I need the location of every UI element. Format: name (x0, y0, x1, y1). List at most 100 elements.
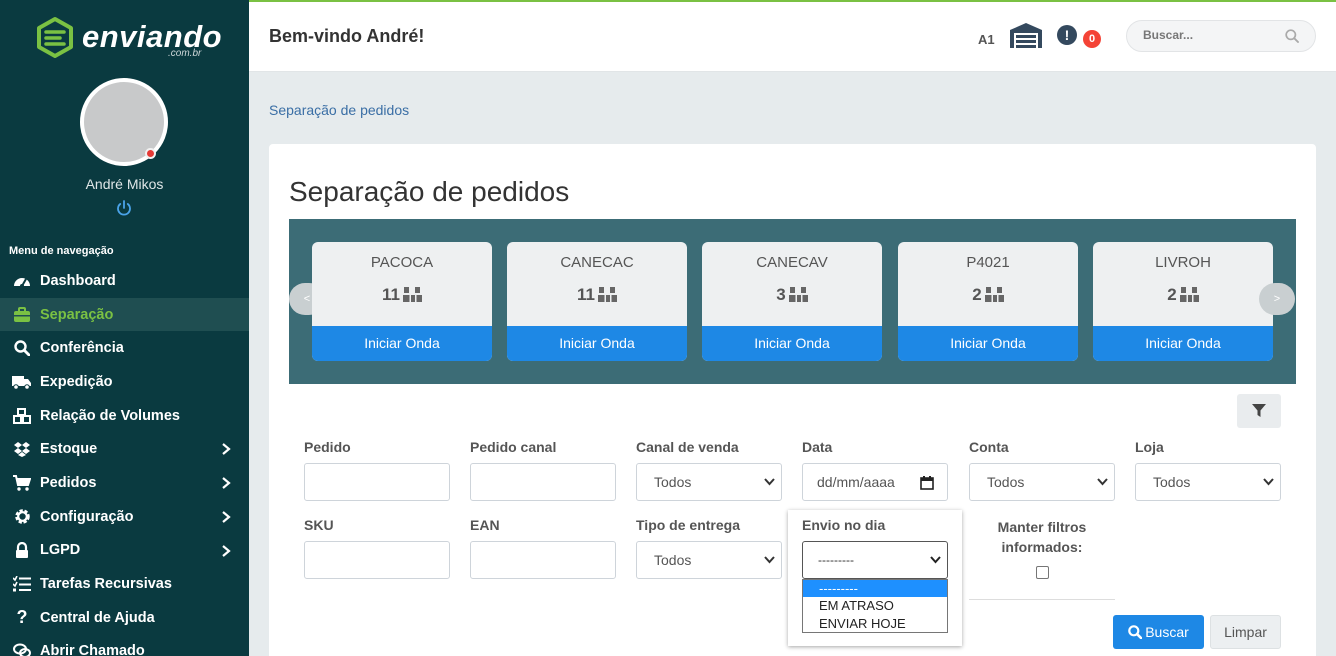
nav-item-central-ajuda[interactable]: ? Central de Ajuda (0, 601, 249, 635)
tipo-entrega-select[interactable]: Todos (636, 541, 782, 579)
boxes-icon (597, 287, 617, 302)
carousel-next-button[interactable]: > (1259, 283, 1295, 315)
envio-dia-label: Envio no dia (802, 517, 886, 533)
pedido-label: Pedido (304, 439, 351, 455)
top-header: Bem-vindo André! A1 ! 0 (249, 2, 1336, 72)
nav-item-pedidos[interactable]: Pedidos (0, 466, 249, 500)
loja-label: Loja (1135, 439, 1164, 455)
dropdown-option[interactable]: EM ATRASO (803, 597, 947, 614)
nav-label: Conferência (40, 340, 124, 357)
wave-count-value: 11 (577, 285, 595, 304)
power-icon[interactable] (115, 199, 133, 217)
select-value: Todos (1153, 474, 1191, 490)
start-wave-button[interactable]: Iniciar Onda (312, 326, 492, 361)
nav-label: Configuração (40, 508, 134, 525)
nav-item-separacao[interactable]: Separação (0, 297, 249, 332)
clear-button[interactable]: Limpar (1210, 615, 1281, 649)
pedido-canal-input[interactable] (470, 463, 616, 501)
nav-item-tarefas[interactable]: Tarefas Recursivas (0, 567, 249, 601)
list-icon (12, 575, 32, 593)
warehouse-icon[interactable] (1009, 22, 1043, 48)
chevron-down-icon (1263, 478, 1274, 486)
boxes-icon (984, 287, 1004, 302)
wave-sku: PACOCA (370, 254, 434, 271)
wave-sku: LIVROH (1155, 254, 1211, 271)
nav-label: Tarefas Recursivas (40, 576, 172, 593)
wave-sku: P4021 (966, 254, 1010, 271)
cart-icon (12, 474, 32, 492)
canal-venda-select[interactable]: Todos (636, 463, 782, 501)
nav-item-conferencia[interactable]: Conferência (0, 331, 249, 365)
nav-item-dashboard[interactable]: Dashboard (0, 264, 249, 298)
briefcase-icon (12, 306, 32, 324)
envio-dia-panel: Envio no dia --------- --------- EM ATRA… (788, 510, 962, 646)
nav-header: Menu de navegação (9, 245, 114, 257)
user-name: André Mikos (85, 176, 164, 192)
nav-item-abrir-chamado[interactable]: Abrir Chamado (0, 635, 249, 656)
calendar-icon[interactable] (920, 476, 934, 490)
nav-item-expedicao[interactable]: Expedição (0, 365, 249, 399)
nav-item-relacao-volumes[interactable]: Relação de Volumes (0, 399, 249, 433)
search-button-label: Buscar (1145, 624, 1189, 640)
nav-label: Pedidos (40, 474, 97, 491)
chevron-down-icon (764, 478, 775, 486)
chevron-down-icon (930, 556, 941, 564)
nav-item-lgpd[interactable]: LGPD (0, 534, 249, 568)
alert-icon[interactable]: ! (1057, 25, 1077, 45)
chevron-right-icon (222, 443, 231, 456)
main-card: Separação de pedidos < PACOCA 11 Iniciar… (269, 144, 1316, 656)
date-placeholder: dd/mm/aaaa (817, 474, 895, 490)
breadcrumb[interactable]: Separação de pedidos (269, 102, 409, 118)
chevron-down-icon (764, 556, 775, 564)
wave-carousel: < PACOCA 11 Iniciar Onda CANECAC 11 Inic… (289, 219, 1296, 384)
wave-card: CANECAV 3 Iniciar Onda (702, 242, 882, 361)
manter-filtros-checkbox[interactable] (1036, 566, 1049, 579)
filter-toggle-button[interactable] (1237, 394, 1281, 428)
nav-menu: Dashboard Separação Conferência Expediçã… (0, 264, 249, 656)
brand-tld: .com.br (168, 48, 202, 59)
search-input[interactable] (1143, 28, 1283, 42)
data-input[interactable]: dd/mm/aaaa (802, 463, 948, 501)
search-icon[interactable] (1285, 29, 1299, 43)
start-wave-button[interactable]: Iniciar Onda (702, 326, 882, 361)
boxes-icon (788, 287, 808, 302)
cubes-icon (12, 407, 32, 425)
search-icon (12, 339, 32, 357)
start-wave-button[interactable]: Iniciar Onda (1093, 326, 1273, 361)
brand-logo[interactable]: enviando .com.br (36, 16, 222, 62)
ean-label: EAN (470, 517, 500, 533)
start-wave-button[interactable]: Iniciar Onda (507, 326, 687, 361)
nav-label: Estoque (40, 441, 98, 458)
nav-label: Dashboard (40, 272, 116, 289)
boxes-icon (402, 287, 422, 302)
chevron-right-icon (222, 510, 231, 523)
filter-icon (1252, 404, 1266, 417)
warehouse-code: A1 (978, 32, 995, 47)
chevron-right-icon (222, 544, 231, 557)
avatar[interactable] (80, 78, 168, 166)
sku-input[interactable] (304, 541, 450, 579)
wave-count-value: 3 (776, 285, 786, 304)
wave-count: 11 (312, 285, 492, 305)
wave-count: 11 (507, 285, 687, 305)
nav-label: Separação (40, 306, 114, 323)
dropdown-option[interactable]: --------- (803, 580, 947, 598)
dropdown-option[interactable]: ENVIAR HOJE (803, 615, 947, 632)
envio-dia-select[interactable]: --------- (802, 541, 948, 579)
search-button[interactable]: Buscar (1113, 615, 1204, 649)
select-value: Todos (987, 474, 1025, 490)
pedido-input[interactable] (304, 463, 450, 501)
nav-item-configuracao[interactable]: Configuração (0, 500, 249, 534)
conta-select[interactable]: Todos (969, 463, 1115, 501)
wave-count-value: 2 (972, 285, 982, 304)
header-search[interactable] (1126, 20, 1316, 52)
nav-label: Abrir Chamado (40, 643, 145, 656)
ean-input[interactable] (470, 541, 616, 579)
loja-select[interactable]: Todos (1135, 463, 1281, 501)
divider (969, 599, 1115, 600)
lock-icon (12, 541, 32, 559)
start-wave-button[interactable]: Iniciar Onda (898, 326, 1078, 361)
nav-item-estoque[interactable]: Estoque (0, 432, 249, 466)
boxes-icon (1179, 287, 1199, 302)
search-icon (1128, 625, 1143, 640)
